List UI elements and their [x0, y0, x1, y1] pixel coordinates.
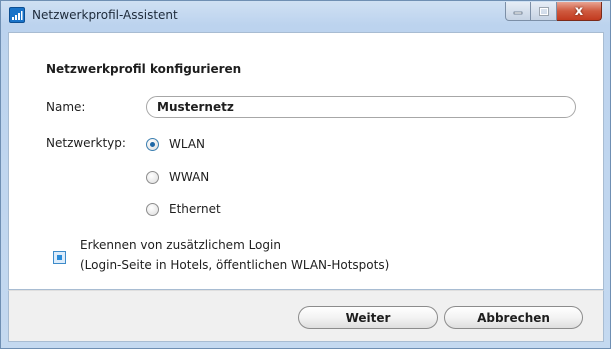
maximize-icon — [538, 6, 549, 16]
next-button[interactable]: Weiter — [298, 306, 438, 329]
radio-option-ethernet[interactable]: Ethernet — [146, 201, 221, 217]
network-signal-icon — [9, 7, 25, 23]
dialog-window: Netzwerkprofil-Assistent x — [0, 0, 611, 349]
window-controls: x — [505, 2, 602, 22]
login-detection-checkbox[interactable] — [53, 251, 66, 264]
close-button[interactable]: x — [557, 2, 602, 21]
minimize-icon — [513, 11, 523, 15]
radio-button-ethernet[interactable] — [146, 202, 159, 216]
network-type-label: Netzwerktyp: — [46, 136, 126, 150]
title-bar[interactable]: Netzwerkprofil-Assistent x — [1, 1, 610, 31]
window-title: Netzwerkprofil-Assistent — [32, 8, 178, 22]
radio-label-wwan: WWAN — [169, 170, 210, 184]
login-detection-label: Erkennen von zusätzlichem Login — [80, 238, 281, 252]
name-label: Name: — [46, 100, 86, 114]
radio-button-wlan[interactable] — [146, 137, 159, 151]
radio-button-wwan[interactable] — [146, 170, 159, 184]
name-input[interactable] — [146, 96, 576, 118]
maximize-button[interactable] — [531, 2, 557, 21]
radio-label-ethernet: Ethernet — [169, 202, 221, 216]
radio-option-wlan[interactable]: WLAN — [146, 136, 205, 152]
page-title: Netzwerkprofil konfigurieren — [46, 62, 242, 76]
minimize-button[interactable] — [505, 2, 531, 21]
radio-option-wwan[interactable]: WWAN — [146, 169, 209, 185]
cancel-button[interactable]: Abbrechen — [444, 306, 583, 329]
radio-label-wlan: WLAN — [169, 137, 206, 151]
login-detection-hint: (Login-Seite in Hotels, öffentlichen WLA… — [80, 258, 390, 272]
close-icon: x — [574, 3, 584, 19]
